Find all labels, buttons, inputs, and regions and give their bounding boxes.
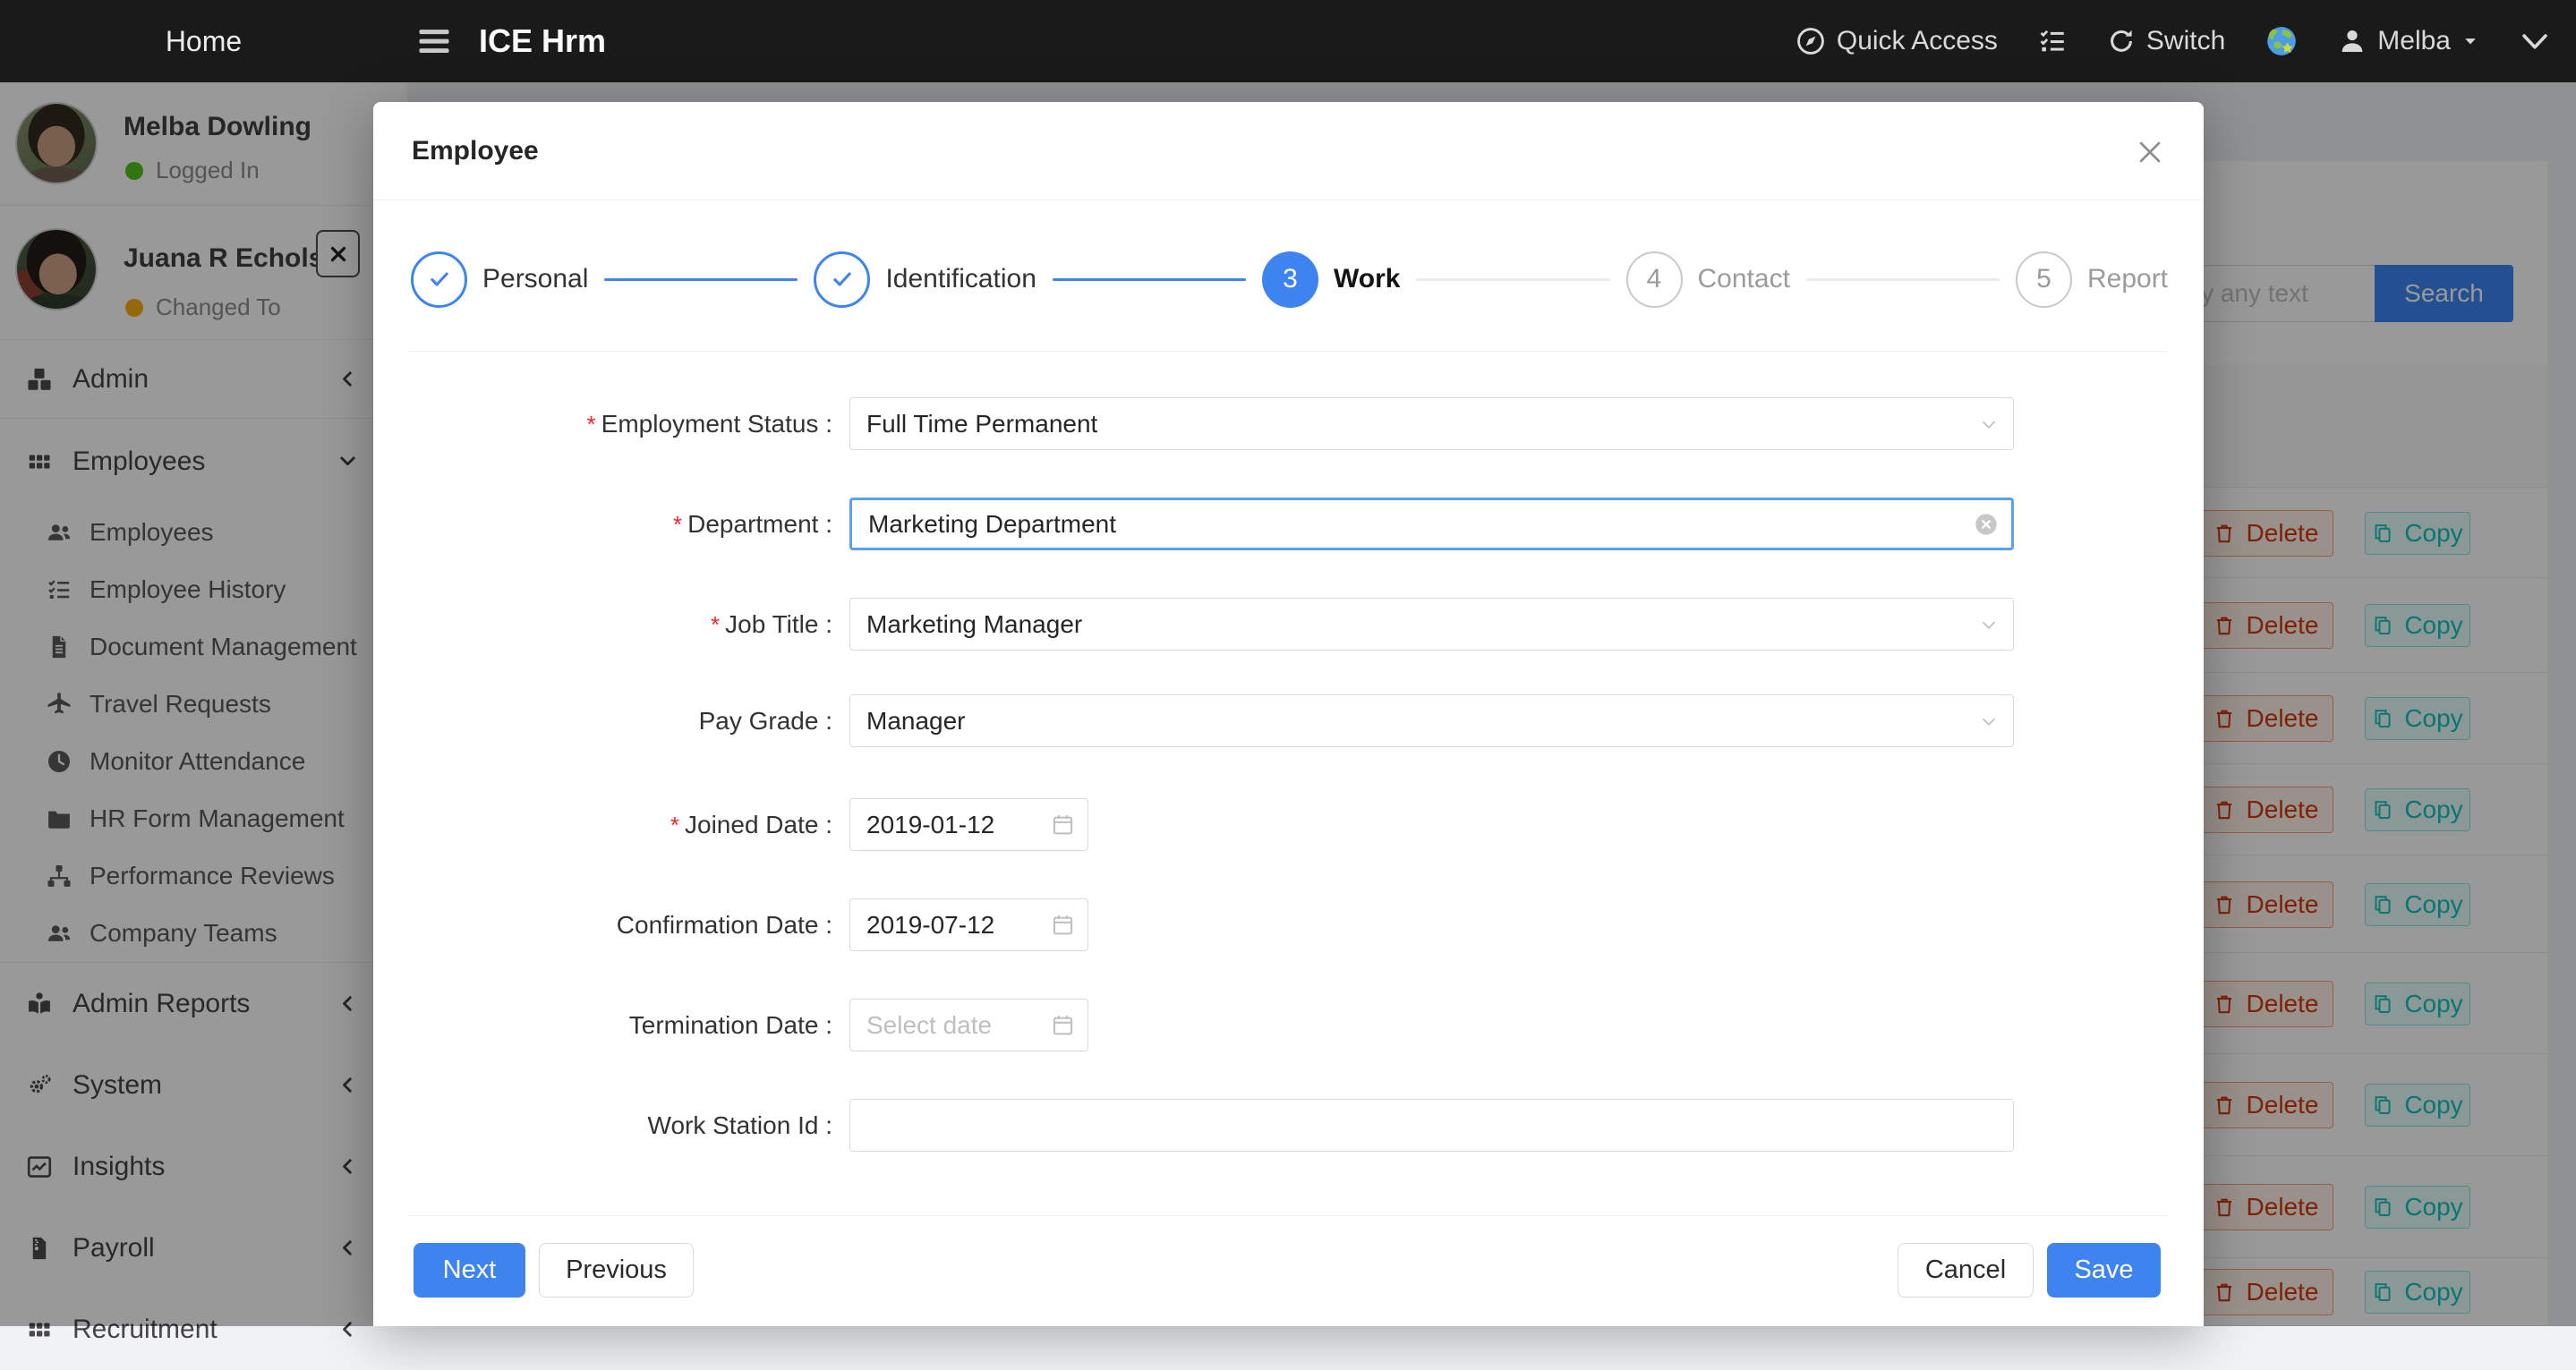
cancel-button[interactable]: Cancel bbox=[1898, 1243, 2034, 1298]
caret-down-icon bbox=[2461, 32, 2479, 50]
select-job-title[interactable]: Marketing Manager bbox=[849, 598, 2014, 651]
select-arrow-icon bbox=[1977, 613, 2000, 636]
step-connector bbox=[1053, 278, 1246, 281]
calendar-icon bbox=[1051, 913, 1075, 937]
select-department[interactable]: Marketing Department bbox=[849, 498, 2014, 550]
clear-icon[interactable] bbox=[1974, 512, 1999, 537]
step-work[interactable]: 3Work bbox=[1262, 251, 1400, 308]
step-personal[interactable]: Personal bbox=[411, 251, 588, 308]
compass-icon bbox=[1796, 26, 1826, 56]
next-button[interactable]: Next bbox=[414, 1243, 525, 1298]
employee-modal: Employee Personal Identification 3Work 4Con… bbox=[373, 102, 2204, 1326]
quick-access-button[interactable]: Quick Access bbox=[1796, 26, 1998, 56]
user-menu[interactable]: Melba bbox=[2338, 26, 2479, 56]
app-brand[interactable]: ICE Hrm bbox=[479, 22, 606, 60]
field-label-termination-date: Termination Date : bbox=[456, 999, 832, 1051]
select-pay-grade[interactable]: Manager bbox=[849, 694, 2014, 747]
field-label-confirmation-date: Confirmation Date : bbox=[456, 898, 832, 951]
switch-button[interactable]: Switch bbox=[2107, 26, 2225, 56]
date-input-joined-date[interactable]: 2019-01-12 bbox=[849, 798, 1088, 851]
select-arrow-icon bbox=[1977, 413, 2000, 436]
topbar: Home ICE Hrm Quick Access Switch Melba bbox=[0, 0, 2576, 82]
field-label-pay-grade: Pay Grade : bbox=[456, 694, 832, 747]
tasks-icon[interactable] bbox=[2037, 26, 2068, 56]
switch-redo-icon bbox=[2107, 27, 2136, 55]
check-icon bbox=[426, 266, 453, 293]
home-link[interactable]: Home bbox=[0, 25, 407, 58]
field-label-job-title: *Job Title : bbox=[456, 598, 832, 651]
date-input-termination-date[interactable]: Select date bbox=[849, 999, 1088, 1051]
step-identification[interactable]: Identification bbox=[814, 251, 1036, 308]
step-connector bbox=[1806, 278, 2000, 281]
divider bbox=[409, 351, 2168, 352]
select-arrow-icon bbox=[1977, 710, 2000, 733]
field-label-department: *Department : bbox=[456, 498, 832, 550]
previous-button[interactable]: Previous bbox=[539, 1243, 694, 1298]
close-icon bbox=[2135, 137, 2165, 167]
text-input[interactable] bbox=[866, 1111, 1997, 1140]
calendar-icon bbox=[1051, 1013, 1075, 1037]
step-connector bbox=[1416, 278, 1609, 281]
calendar-icon bbox=[1051, 813, 1075, 837]
language-globe-icon[interactable] bbox=[2265, 24, 2299, 58]
divider bbox=[409, 1215, 2168, 1216]
save-button[interactable]: Save bbox=[2047, 1243, 2161, 1298]
field-label-joined-date: *Joined Date : bbox=[456, 798, 832, 851]
chevron-down-icon[interactable] bbox=[2519, 25, 2551, 57]
user-icon bbox=[2338, 27, 2367, 55]
modal-close-button[interactable] bbox=[2132, 134, 2168, 170]
date-input-confirmation-date[interactable]: 2019-07-12 bbox=[849, 898, 1088, 951]
step-connector bbox=[604, 278, 798, 281]
step-contact[interactable]: 4Contact bbox=[1626, 251, 1790, 308]
hamburger-menu-icon[interactable] bbox=[414, 21, 454, 61]
step-report[interactable]: 5Report bbox=[2016, 251, 2168, 308]
check-icon bbox=[829, 266, 856, 293]
modal-title: Employee bbox=[412, 136, 539, 166]
field-label-employment-status: *Employment Status : bbox=[456, 397, 832, 450]
text-input-work-station-id[interactable] bbox=[849, 1099, 2014, 1152]
select-employment-status[interactable]: Full Time Permanent bbox=[849, 397, 2014, 450]
field-label-work-station-id: Work Station Id : bbox=[456, 1099, 832, 1152]
